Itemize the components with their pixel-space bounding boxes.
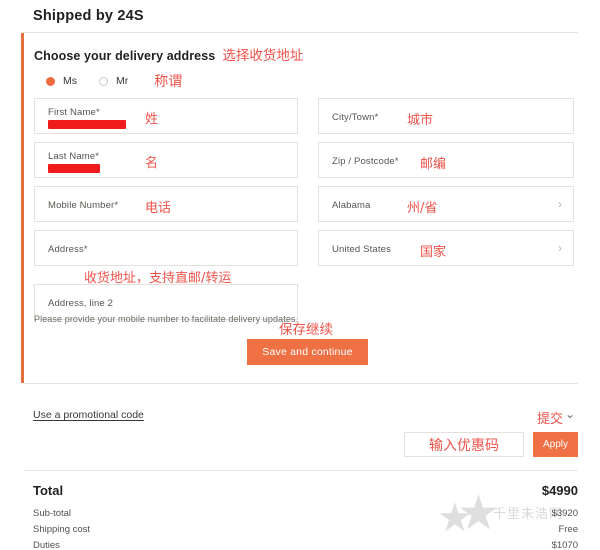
salutation-annotation: 称谓 [154, 74, 183, 90]
duties-label: Duties [33, 540, 60, 550]
promo-apply-button[interactable]: Apply [533, 432, 578, 457]
star-icon: ★ [437, 496, 473, 540]
checkout-page: Shipped by 24S Choose your delivery addr… [0, 0, 600, 550]
country-select[interactable]: United States 国家 › [318, 230, 574, 266]
mobile-number-label: Mobile Number* [48, 200, 119, 211]
save-and-continue-button[interactable]: Save and continue [247, 339, 368, 365]
last-name-annotation: 名 [145, 156, 159, 171]
city-town-label: City/Town* [332, 112, 379, 123]
chevron-right-icon: › [558, 241, 562, 255]
promo-submit-annotation: 提交 [537, 412, 564, 427]
promo-code-input[interactable]: 输入优惠码 [404, 432, 524, 457]
total-value: $4990 [541, 483, 578, 498]
chevron-down-icon: ⌄ [565, 407, 576, 421]
address-label: Address* [48, 244, 88, 255]
mobile-helper-text: Please provide your mobile number to fac… [34, 314, 299, 324]
total-label: Total [33, 483, 64, 498]
duties-value: $1070 [551, 540, 578, 550]
delivery-section-title-annotation: 选择收货地址 [222, 48, 304, 64]
last-name-redaction [48, 164, 100, 173]
city-town-annotation: 城市 [407, 113, 434, 128]
promo-code-link[interactable]: Use a promotional code [33, 409, 144, 421]
last-name-field[interactable]: Last Name* 名 [34, 142, 298, 178]
state-annotation: 州/省 [407, 201, 438, 216]
promo-code-input-annotation: 输入优惠码 [429, 437, 499, 454]
first-name-label: First Name* [48, 107, 100, 118]
chevron-right-icon: › [558, 197, 562, 211]
zip-postcode-field[interactable]: Zip / Postcode* 邮编 [318, 142, 574, 178]
promo-divider [24, 470, 578, 471]
mobile-number-field[interactable]: Mobile Number* 电话 [34, 186, 298, 222]
zip-postcode-annotation: 邮编 [420, 157, 447, 172]
radio-selected-icon [46, 76, 55, 86]
shipping-cost-value: Free [558, 524, 578, 535]
city-town-field[interactable]: City/Town* 城市 [318, 98, 574, 134]
salutation-label-mr: Mr [116, 75, 129, 87]
state-value: Alabama [332, 200, 371, 211]
delivery-address-panel: Choose your delivery address 选择收货地址 Ms M… [24, 33, 578, 383]
salutation-option-mr[interactable]: Mr [99, 75, 128, 87]
salutation-radio-group: Ms Mr 称谓 [46, 71, 182, 91]
salutation-option-ms[interactable]: Ms [46, 75, 77, 87]
address-line2-label: Address, line 2 [48, 298, 114, 309]
mobile-number-annotation: 电话 [145, 201, 172, 216]
page-title: Shipped by 24S [33, 8, 144, 24]
first-name-field[interactable]: First Name* 姓 [34, 98, 298, 134]
zip-postcode-label: Zip / Postcode* [332, 156, 399, 167]
subtotal-value: $3920 [551, 508, 578, 519]
delivery-section-heading: Choose your delivery address 选择收货地址 [34, 44, 303, 64]
country-annotation: 国家 [420, 245, 447, 260]
delivery-panel-divider [24, 383, 578, 384]
save-continue-annotation: 保存继续 [279, 322, 333, 338]
first-name-redaction [48, 120, 126, 129]
last-name-label: Last Name* [48, 151, 100, 162]
country-value: United States [332, 244, 391, 255]
salutation-label-ms: Ms [63, 75, 77, 87]
subtotal-label: Sub-total [33, 508, 72, 519]
first-name-annotation: 姓 [145, 112, 159, 127]
star-icon: ★ [457, 487, 501, 540]
address-field[interactable]: Address* [34, 230, 298, 266]
delivery-section-title: Choose your delivery address [34, 49, 216, 63]
promo-submit-annotation-group: 提交 ⌄ [537, 407, 576, 427]
shipping-cost-label: Shipping cost [33, 524, 91, 535]
page-header: Shipped by 24S [0, 0, 600, 32]
radio-unselected-icon [99, 76, 108, 86]
state-select[interactable]: Alabama 州/省 › [318, 186, 574, 222]
